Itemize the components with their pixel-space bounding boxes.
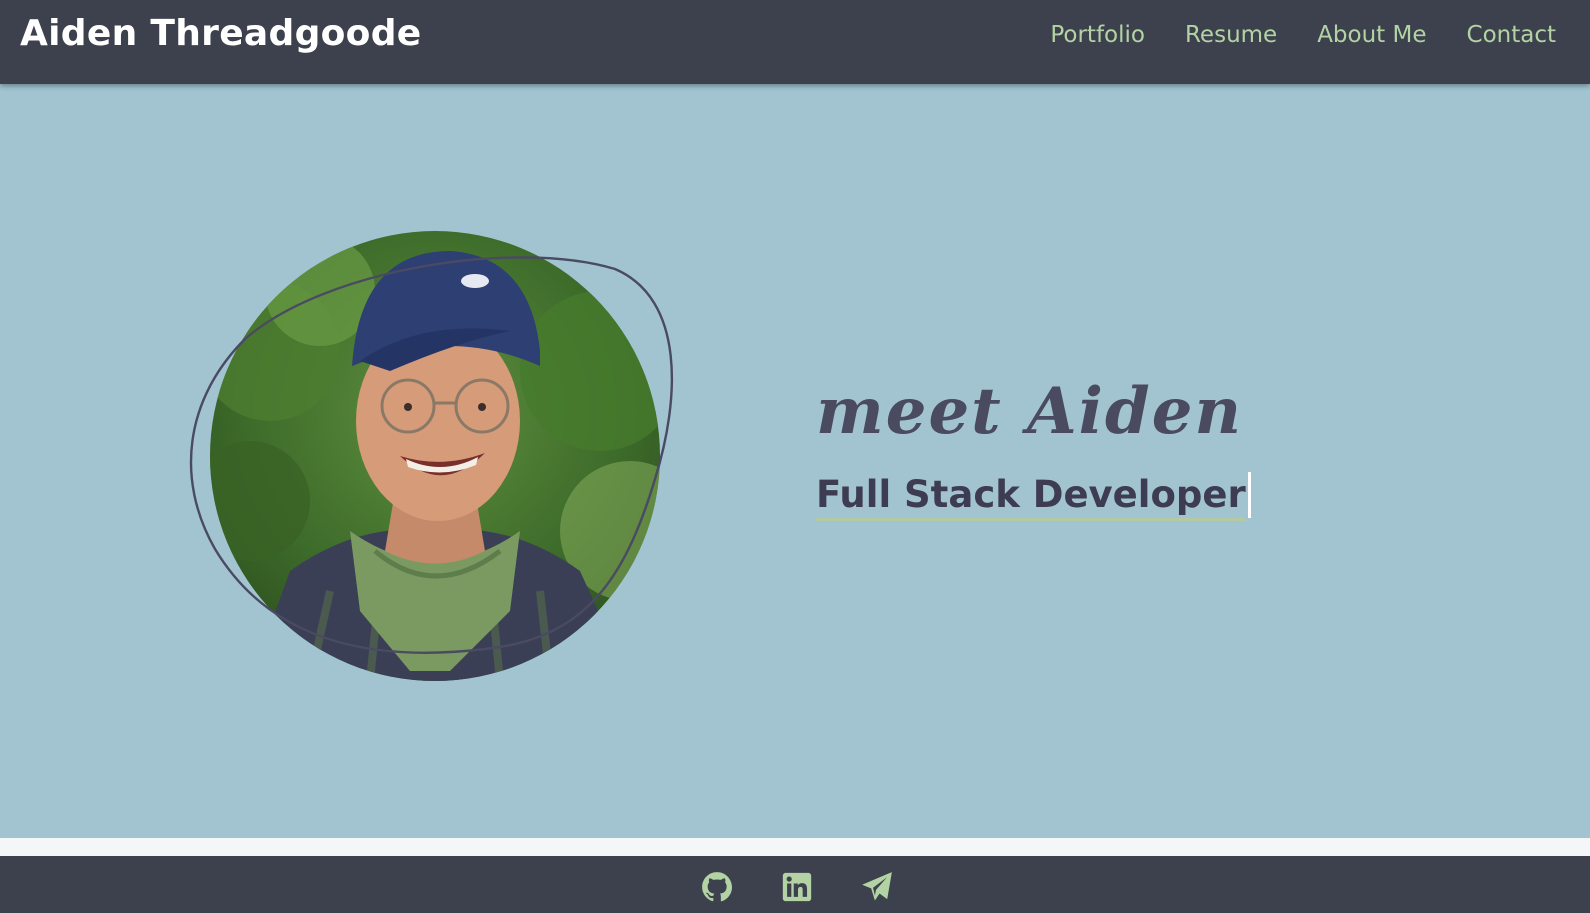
hero-section: meet Aiden Full Stack Developer [0, 84, 1590, 838]
nav-item-portfolio: Portfolio [1050, 20, 1145, 50]
nav-link-contact[interactable]: Contact [1467, 22, 1556, 48]
nav-item-about: About Me [1317, 20, 1426, 50]
footer-gap [0, 838, 1590, 856]
site-brand[interactable]: Aiden Threadgoode [20, 12, 422, 56]
top-navbar: Aiden Threadgoode Portfolio Resume About… [0, 0, 1590, 84]
github-icon[interactable] [700, 870, 734, 904]
nav-link-portfolio[interactable]: Portfolio [1050, 22, 1145, 48]
nav-link-resume[interactable]: Resume [1185, 22, 1277, 48]
nav-item-resume: Resume [1185, 20, 1277, 50]
typing-caret [1247, 472, 1251, 518]
greeting-heading: meet Aiden [816, 374, 1243, 449]
site-footer [0, 856, 1590, 913]
role-line: Full Stack Developer [816, 472, 1251, 521]
intro-block: meet Aiden Full Stack Developer [816, 372, 1336, 521]
nav-link-about[interactable]: About Me [1317, 22, 1426, 48]
nav-item-contact: Contact [1467, 20, 1556, 50]
nav-list: Portfolio Resume About Me Contact [1050, 20, 1556, 50]
role-subtitle: Full Stack Developer [816, 472, 1246, 521]
linkedin-icon[interactable] [780, 870, 814, 904]
paper-plane-icon[interactable] [860, 870, 894, 904]
portrait-container [185, 229, 685, 699]
social-links [700, 870, 894, 904]
profile-photo [210, 231, 660, 681]
